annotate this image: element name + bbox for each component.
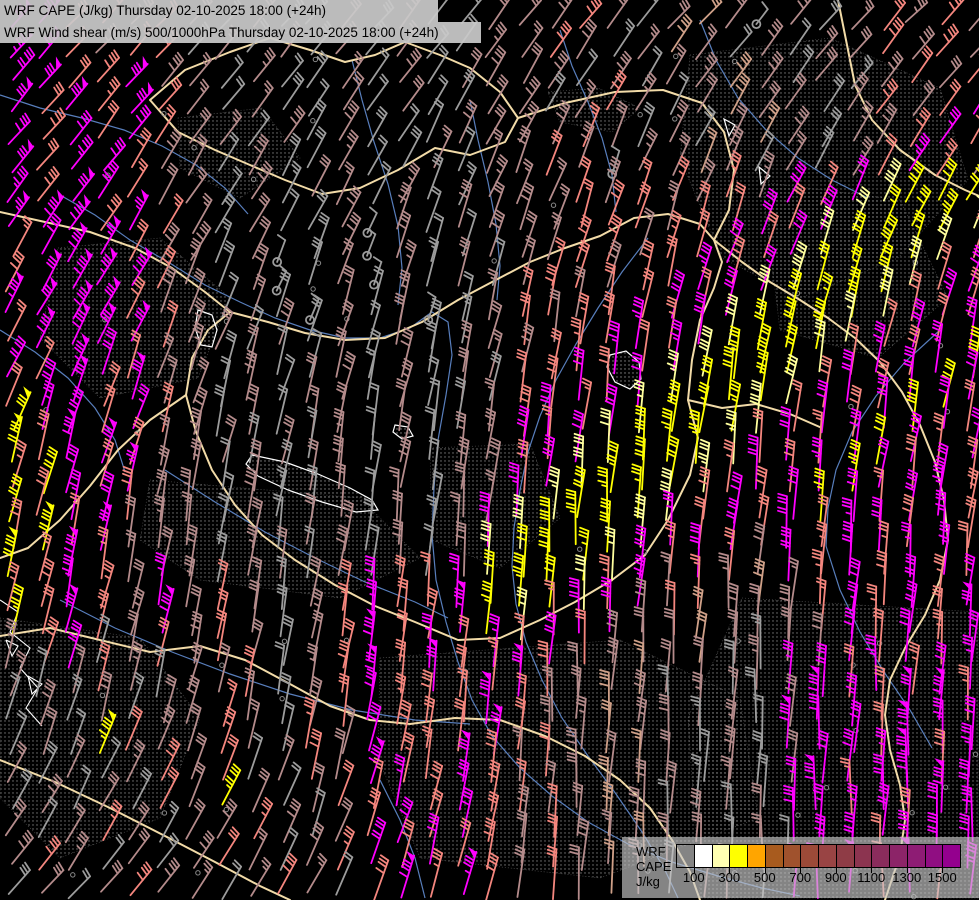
- weather-map-app: WRF CAPE (J/kg) Thursday 02-10-2025 18:0…: [0, 0, 979, 900]
- legend-swatch: [748, 845, 766, 867]
- legend-label-cape: CAPE: [636, 860, 671, 873]
- legend-swatch: [908, 845, 926, 867]
- legend-label-unit: J/kg: [636, 875, 660, 888]
- legend-swatch: [890, 845, 908, 867]
- legend-swatch: [784, 845, 802, 867]
- legend-swatch: [766, 845, 784, 867]
- cape-legend: WRF CAPE J/kg 10030050070090011001300150…: [622, 837, 979, 898]
- map-title-overlay: WRF CAPE (J/kg) Thursday 02-10-2025 18:0…: [0, 0, 481, 43]
- legend-swatch: [872, 845, 890, 867]
- legend-swatch: [730, 845, 748, 867]
- legend-label-wrf: WRF: [636, 845, 666, 858]
- legend-swatch: [695, 845, 713, 867]
- legend-swatch: [926, 845, 944, 867]
- legend-tick-label: 1500: [920, 870, 964, 885]
- legend-swatch: [801, 845, 819, 867]
- legend-colorbar: [676, 844, 961, 868]
- legend-swatch: [819, 845, 837, 867]
- legend-swatch: [855, 845, 873, 867]
- title-cape-line: WRF CAPE (J/kg) Thursday 02-10-2025 18:0…: [0, 0, 438, 22]
- legend-swatch: [713, 845, 731, 867]
- legend-swatch: [677, 845, 695, 867]
- legend-swatch: [837, 845, 855, 867]
- legend-swatch: [943, 845, 960, 867]
- map-canvas: [0, 0, 979, 900]
- title-windshear-line: WRF Wind shear (m/s) 500/1000hPa Thursda…: [0, 22, 481, 44]
